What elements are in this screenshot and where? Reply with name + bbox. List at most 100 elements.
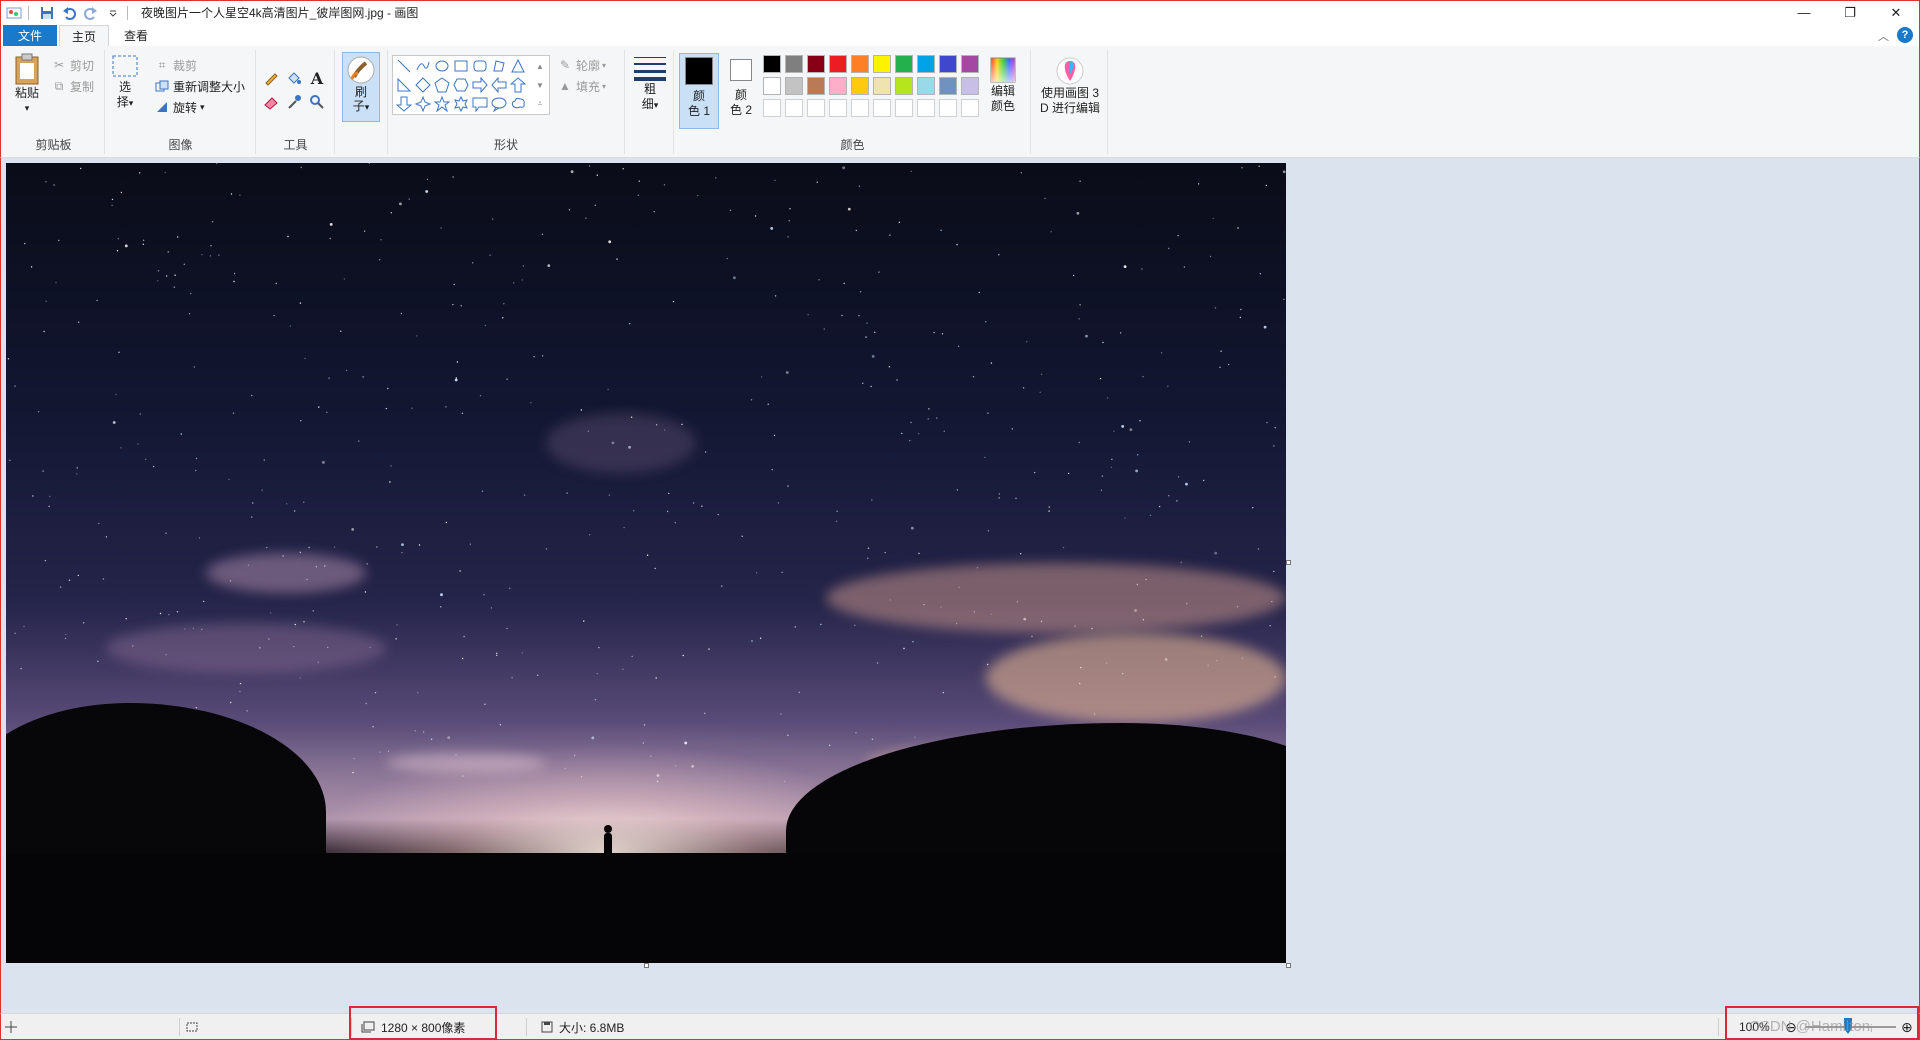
paint-app-icon[interactable] [5,5,23,21]
outline-button[interactable]: ✎ 轮廓 ▾ [557,56,606,74]
palette-color-swatch[interactable] [785,77,803,95]
select-button[interactable]: 选 择▾ [110,54,140,111]
right-arrow-shape-icon[interactable] [471,76,489,94]
cut-button[interactable]: ✂ 剪切 [51,56,94,74]
palette-color-swatch[interactable] [939,55,957,73]
custom-color-slot[interactable] [873,99,891,117]
shapes-scroll-down-icon[interactable]: ▼ [531,76,549,94]
hexagon-shape-icon[interactable] [452,76,470,94]
help-icon[interactable]: ? [1897,27,1913,43]
custom-color-slot[interactable] [829,99,847,117]
image-group: 选 择▾ ⌗ 裁剪 重新调整大小 旋转 ▾ 图像 [106,50,256,154]
rounded-rectangle-shape-icon[interactable] [471,57,489,75]
tab-view[interactable]: 查看 [111,25,161,46]
magnifier-icon[interactable] [307,92,327,112]
fill-icon: ▲ [559,79,571,93]
collapse-ribbon-icon[interactable]: ︿ [1878,28,1889,44]
close-button[interactable]: ✕ [1873,1,1919,24]
custom-color-slot[interactable] [895,99,913,117]
cloud-callout-shape-icon[interactable] [509,95,527,113]
palette-color-swatch[interactable] [917,77,935,95]
minimize-button[interactable]: — [1781,1,1827,24]
color-picker-icon[interactable] [284,92,304,112]
line-shape-icon[interactable] [395,57,413,75]
custom-color-slot[interactable] [939,99,957,117]
redo-icon[interactable] [82,5,100,21]
palette-color-swatch[interactable] [829,77,847,95]
crop-button[interactable]: ⌗ 裁剪 [154,56,197,74]
edit-with-paint3d-button[interactable]: 使用画图 3 D 进行编辑 [1034,56,1106,116]
palette-color-swatch[interactable] [829,55,847,73]
palette-color-swatch[interactable] [851,55,869,73]
custom-color-slot[interactable] [807,99,825,117]
paste-button[interactable]: 粘贴 ▾ [9,52,45,116]
color2-button[interactable]: 颜 色 2 [721,53,761,129]
six-point-star-shape-icon[interactable] [452,95,470,113]
curve-shape-icon[interactable] [414,57,432,75]
right-triangle-shape-icon[interactable] [395,76,413,94]
color1-button[interactable]: 颜 色 1 [679,53,719,129]
rect-callout-shape-icon[interactable] [471,95,489,113]
five-point-star-shape-icon[interactable] [433,95,451,113]
oval-shape-icon[interactable] [433,57,451,75]
four-point-star-shape-icon[interactable] [414,95,432,113]
palette-color-swatch[interactable] [895,55,913,73]
resize-button[interactable]: 重新调整大小 [154,77,245,95]
shapes-expand-icon[interactable]: ⩡ [531,95,549,113]
save-icon[interactable] [38,5,56,21]
canvas-workspace[interactable] [0,158,1920,1013]
palette-color-swatch[interactable] [895,77,913,95]
palette-color-swatch[interactable] [917,55,935,73]
fill-bucket-icon[interactable] [284,68,304,88]
shapes-scroll-up-icon[interactable]: ▲ [531,57,549,75]
eraser-icon[interactable] [261,92,281,112]
tools-group-label: 工具 [283,138,308,152]
pencil-icon[interactable] [261,68,281,88]
resize-handle-corner[interactable] [1286,963,1291,968]
palette-color-swatch[interactable] [763,55,781,73]
color1-swatch [685,57,713,85]
rectangle-shape-icon[interactable] [452,57,470,75]
custom-color-slot[interactable] [917,99,935,117]
palette-color-swatch[interactable] [807,77,825,95]
restore-button[interactable]: ❐ [1827,1,1873,24]
resize-handle-right[interactable] [1286,560,1291,565]
oval-callout-shape-icon[interactable] [490,95,508,113]
tab-file[interactable]: 文件 [3,25,57,46]
fill-button[interactable]: ▲ 填充 ▾ [557,77,606,95]
palette-color-swatch[interactable] [785,55,803,73]
custom-color-slot[interactable] [763,99,781,117]
paint3d-group: 使用画图 3 D 进行编辑 [1032,50,1108,154]
down-arrow-shape-icon[interactable] [395,95,413,113]
left-arrow-shape-icon[interactable] [490,76,508,94]
pentagon-shape-icon[interactable] [433,76,451,94]
custom-color-slot[interactable] [851,99,869,117]
undo-icon[interactable] [60,5,78,21]
palette-color-swatch[interactable] [939,77,957,95]
canvas-image[interactable] [6,163,1286,963]
copy-button[interactable]: ⧉ 复制 [51,77,94,95]
resize-handle-bottom[interactable] [644,963,649,968]
shapes-group-label: 形状 [493,138,518,152]
diamond-shape-icon[interactable] [414,76,432,94]
custom-color-slot[interactable] [785,99,803,117]
brush-icon [347,56,375,84]
palette-color-swatch[interactable] [961,77,979,95]
size-button[interactable]: 粗 细▾ [632,54,668,113]
custom-color-slot[interactable] [961,99,979,117]
palette-color-swatch[interactable] [961,55,979,73]
palette-color-swatch[interactable] [851,77,869,95]
polygon-shape-icon[interactable] [490,57,508,75]
palette-color-swatch[interactable] [763,77,781,95]
rotate-button[interactable]: 旋转 ▾ [154,98,205,116]
palette-color-swatch[interactable] [807,55,825,73]
text-tool-icon[interactable]: A [307,68,327,88]
edit-colors-button[interactable]: 编辑 颜色 [985,56,1021,114]
palette-color-swatch[interactable] [873,55,891,73]
up-arrow-shape-icon[interactable] [509,76,527,94]
triangle-shape-icon[interactable] [509,57,527,75]
tab-home[interactable]: 主页 [59,25,109,46]
customize-toolbar-icon[interactable] [104,5,122,21]
palette-color-swatch[interactable] [873,77,891,95]
brushes-button[interactable]: 刷 子▾ [342,52,380,122]
